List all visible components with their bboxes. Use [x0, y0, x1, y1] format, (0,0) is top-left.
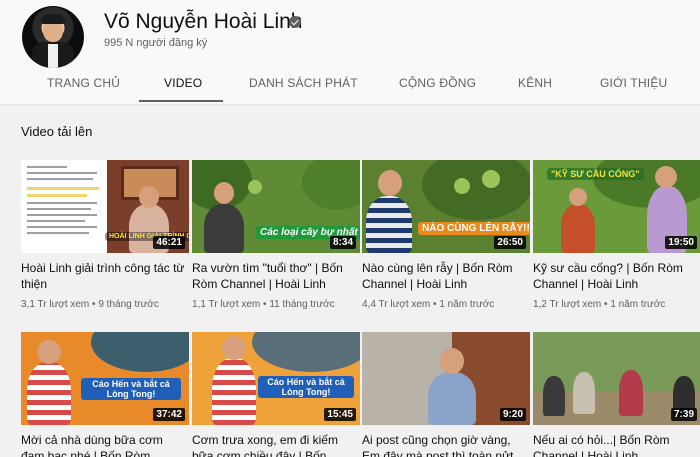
tab-about[interactable]: GIỚI THIỆU — [600, 76, 667, 90]
upload-age: 1 năm trước — [610, 299, 666, 310]
view-count: 4,4 Tr lượt xem — [362, 299, 431, 310]
video-duration: 19:50 — [665, 236, 697, 249]
section-title: Video tải lên — [21, 124, 93, 139]
channel-tabs: TRANG CHỦ VIDEO DANH SÁCH PHÁT CỘNG ĐỒNG… — [0, 70, 700, 104]
tab-playlists[interactable]: DANH SÁCH PHÁT — [249, 76, 358, 90]
channel-name: Võ Nguyễn Hoài Linh — [104, 10, 303, 33]
video-thumbnail[interactable]: Cáo Hến và bắt cá Lòng Tong! 15:45 — [192, 332, 360, 425]
video-meta: 3,1 Tr lượt xem • 9 tháng trước — [21, 299, 159, 310]
thumbnail-fruit — [454, 178, 470, 194]
view-count: 1,2 Tr lượt xem — [533, 299, 602, 310]
thumbnail-person — [27, 362, 71, 425]
channel-avatar[interactable] — [22, 6, 84, 68]
video-meta: 4,4 Tr lượt xem • 1 năm trước — [362, 299, 495, 310]
video-title[interactable]: Hoài Linh giải trình công tác từ thiện — [21, 260, 189, 292]
video-thumbnail[interactable]: HOÀI LINH GIẢI TRÌNH CÔNG TÁC TỪ THIỆN 4… — [21, 160, 189, 253]
thumbnail-fruit — [248, 180, 262, 194]
thumbnail-foliage — [422, 160, 530, 220]
active-tab-indicator — [139, 100, 223, 102]
subscriber-count: 995 N người đăng ký — [104, 37, 208, 49]
video-thumbnail[interactable]: Cáo Hến và bắt cá Lòng Tong! 37:42 — [21, 332, 189, 425]
thumbnail-person — [366, 196, 412, 253]
video-duration: 7:39 — [670, 408, 697, 421]
view-count: 1,1 Tr lượt xem — [192, 299, 261, 310]
thumbnail-overlay-text: Cáo Hến và bắt cá Lòng Tong! — [81, 378, 181, 400]
video-title[interactable]: Nào cùng lên rẫy | Bốn Ròm Channel | Hoà… — [362, 260, 530, 292]
thumbnail-person — [543, 376, 565, 416]
thumbnail-overlay-text: Cáo Hến và bắt cá Lòng Tong! — [258, 376, 354, 398]
upload-age: 1 năm trước — [439, 299, 495, 310]
video-meta: 1,1 Tr lượt xem • 11 tháng trước — [192, 299, 335, 310]
video-thumbnail[interactable]: Các loại cây bự nhất 8:34 — [192, 160, 360, 253]
video-title[interactable]: Nếu ai có hỏi...| Bốn Ròm Channel | Hoài… — [533, 432, 700, 457]
thumbnail-head — [222, 336, 246, 360]
avatar-shirt — [48, 44, 58, 68]
video-title[interactable]: Ra vườn tìm "tuổi thơ" | Bốn Ròm Channel… — [192, 260, 360, 292]
upload-age: 11 tháng trước — [269, 299, 335, 310]
video-duration: 37:42 — [153, 408, 185, 421]
video-title[interactable]: Mời cả nhà dùng bữa cơm đạm bạc nhé | Bố… — [21, 432, 189, 457]
video-duration: 8:34 — [329, 236, 356, 249]
thumbnail-fruit — [482, 170, 500, 188]
thumbnail-person — [212, 358, 256, 425]
video-title[interactable]: Ai post cũng chọn giờ vàng, Em đây mà po… — [362, 432, 530, 457]
thumbnail-head — [214, 182, 234, 204]
thumbnail-person — [204, 204, 244, 253]
video-meta: 1,2 Tr lượt xem • 1 năm trước — [533, 299, 666, 310]
thumbnail-foliage — [302, 160, 360, 210]
thumbnail-head — [37, 340, 61, 364]
video-thumbnail[interactable]: NÀO CÙNG LÊN RẪY!!! 26:50 — [362, 160, 530, 253]
thumbnail-person — [573, 372, 595, 414]
video-thumbnail[interactable]: 7:39 — [533, 332, 700, 425]
thumbnail-background — [252, 332, 360, 372]
thumbnail-head — [440, 348, 464, 374]
video-duration: 26:50 — [494, 236, 526, 249]
avatar-hair — [41, 14, 65, 24]
upload-age: 9 tháng trước — [98, 299, 159, 310]
thumbnail-overlay-text: "KỸ SƯ CẦU CỐNG" — [547, 168, 644, 180]
thumbnail-head — [569, 188, 587, 206]
tab-videos[interactable]: VIDEO — [164, 76, 202, 90]
thumbnail-overlay-text: NÀO CÙNG LÊN RẪY!!! — [418, 222, 530, 235]
channel-header: Võ Nguyễn Hoài Linh 995 N người đăng ký … — [0, 0, 700, 104]
video-title[interactable]: Cơm trưa xong, em đi kiếm bữa cơm chiều … — [192, 432, 360, 457]
video-title[interactable]: Kỹ sư cầu cống? | Bốn Ròm Channel | Hoài… — [533, 260, 700, 292]
video-duration: 15:45 — [324, 408, 356, 421]
video-thumbnail[interactable]: "KỸ SƯ CẦU CỐNG" 19:50 — [533, 160, 700, 253]
tab-home[interactable]: TRANG CHỦ — [47, 76, 120, 90]
document-image — [21, 160, 107, 253]
thumbnail-background — [91, 332, 189, 372]
video-duration: 46:21 — [153, 236, 185, 249]
verified-check-icon — [289, 16, 301, 28]
video-thumbnail[interactable]: 9:20 — [362, 332, 530, 425]
thumbnail-person — [561, 204, 595, 253]
tab-community[interactable]: CỘNG ĐỒNG — [399, 76, 476, 90]
view-count: 3,1 Tr lượt xem — [21, 299, 90, 310]
video-duration: 9:20 — [499, 408, 526, 421]
thumbnail-head — [139, 186, 159, 208]
thumbnail-person — [619, 370, 643, 416]
thumbnail-head — [655, 166, 677, 188]
videos-grid-section: Video tải lên HOÀI LINH GIẢI TRÌNH CÔNG … — [0, 105, 700, 457]
thumbnail-person — [428, 372, 476, 425]
tab-channels[interactable]: KÊNH — [518, 76, 552, 90]
thumbnail-head — [378, 170, 402, 196]
